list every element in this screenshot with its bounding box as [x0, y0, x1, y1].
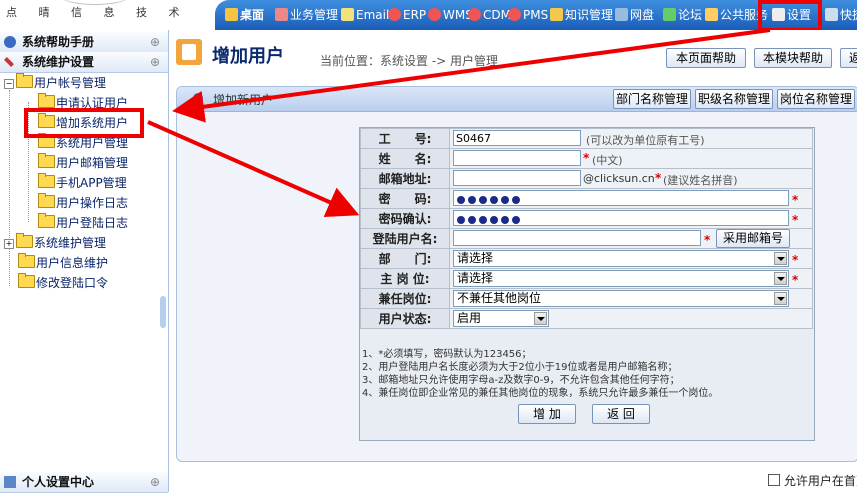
- arrow-menu-to-form: [147, 120, 360, 217]
- annotation-arrows: [147, 28, 771, 217]
- arrow-settings-to-menu: [172, 28, 771, 123]
